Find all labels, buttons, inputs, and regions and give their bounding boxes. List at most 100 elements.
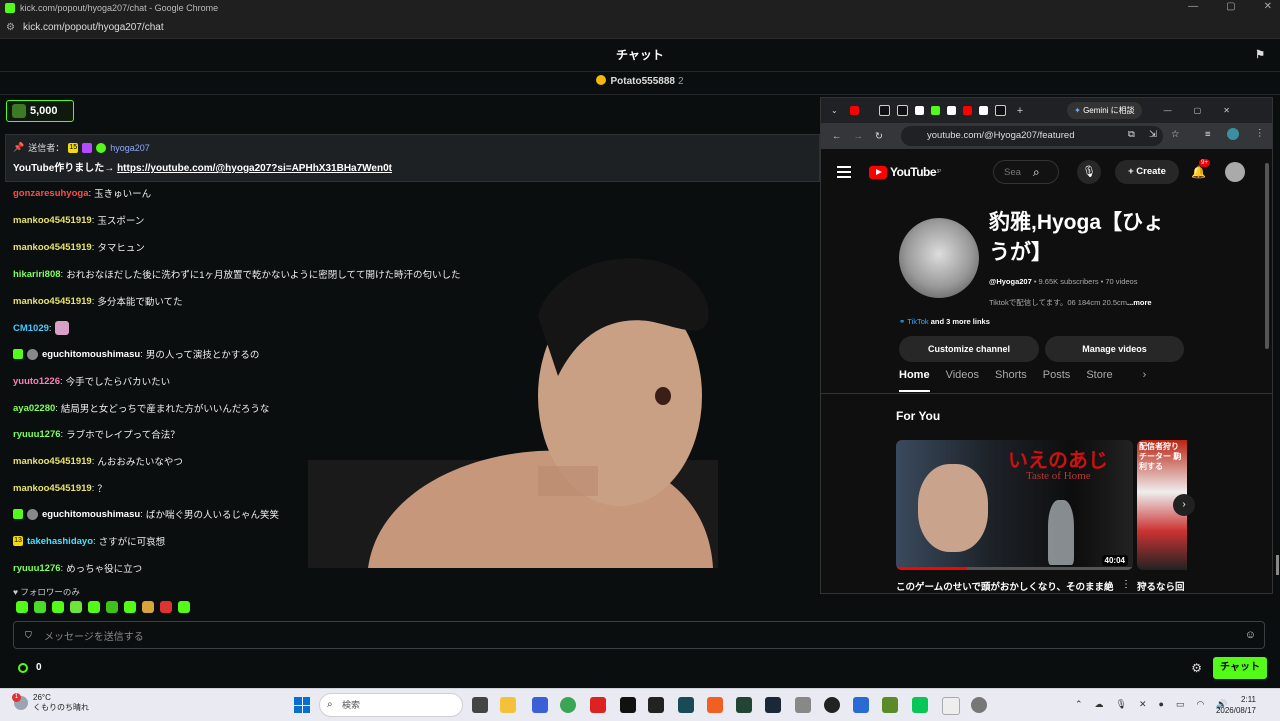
site-info-icon[interactable]: ⚙: [6, 22, 15, 33]
account-avatar[interactable]: [1225, 162, 1245, 182]
channel-avatar[interactable]: [899, 218, 979, 298]
tab-home[interactable]: Home: [899, 369, 930, 392]
more-link[interactable]: ...more: [1127, 298, 1152, 307]
chevron-up-icon[interactable]: ⌃: [1075, 699, 1083, 710]
profile-icon[interactable]: [1227, 128, 1239, 140]
mic-icon[interactable]: 🎙: [1116, 699, 1127, 710]
address-bar[interactable]: ⚙ kick.com/popout/hyoga207/chat: [0, 16, 1280, 39]
chat-username[interactable]: hikariri808: [13, 269, 61, 280]
tab-youtube[interactable]: [962, 106, 972, 115]
pinned-message[interactable]: 📌 送信者： 15 hyoga207 YouTube作りました→ https:/…: [5, 134, 820, 182]
reading-list-icon[interactable]: ≡: [1205, 129, 1211, 140]
app-icon[interactable]: [853, 697, 869, 713]
maximize-icon[interactable]: ▢: [1226, 1, 1235, 12]
chat-username[interactable]: aya02280: [13, 403, 55, 414]
clock[interactable]: 2:11 2026/08/17: [1216, 694, 1256, 716]
new-tab-icon[interactable]: +: [1017, 105, 1023, 117]
tab-google[interactable]: [978, 106, 988, 115]
emote-icon[interactable]: [34, 601, 46, 613]
top-gifter[interactable]: Potato555888 2: [0, 72, 1280, 92]
stream-video[interactable]: [308, 246, 718, 568]
tab-tiktok[interactable]: [994, 105, 1006, 116]
app-icon[interactable]: [942, 697, 960, 715]
steam-icon[interactable]: [765, 697, 781, 713]
task-view-icon[interactable]: [472, 697, 488, 713]
more-links[interactable]: and 3 more links: [929, 317, 990, 326]
tab-search-icon[interactable]: ⌄: [831, 106, 838, 115]
hamburger-menu-icon[interactable]: [837, 166, 851, 181]
emote-icon[interactable]: [70, 601, 82, 613]
display-icon[interactable]: ▭: [1176, 699, 1185, 710]
chat-username[interactable]: ryuuu1276: [13, 429, 61, 440]
users-icon[interactable]: ⚑: [1254, 49, 1266, 61]
chat-username[interactable]: yuuto1226: [13, 376, 60, 387]
settings-icon[interactable]: [971, 697, 987, 713]
video-thumbnail[interactable]: いえのあじ Taste of Home 40:04: [896, 440, 1133, 570]
app-icon[interactable]: [678, 697, 694, 713]
chat-username[interactable]: eguchitomoushimasu: [42, 349, 140, 360]
bluetooth-icon[interactable]: ✕: [1139, 699, 1147, 710]
chat-username[interactable]: mankoo45451919: [13, 296, 92, 307]
search-icon[interactable]: ⌕: [1033, 165, 1040, 180]
gemini-button[interactable]: ✦ Gemini に相談: [1067, 102, 1142, 119]
tab-tiktok[interactable]: [896, 105, 908, 116]
app-icon[interactable]: [736, 697, 752, 713]
emote-icon[interactable]: [160, 601, 172, 613]
chat-input-placeholder[interactable]: メッセージを送信する: [44, 628, 144, 643]
settings-gear-icon[interactable]: ⚙: [1191, 661, 1202, 675]
url-text[interactable]: kick.com/popout/hyoga207/chat: [23, 22, 164, 33]
taskbar-search[interactable]: ⌕ 検索: [319, 693, 463, 717]
menu-dots-icon[interactable]: ⋮: [1255, 128, 1265, 139]
send-chat-button[interactable]: チャット: [1213, 657, 1267, 679]
microphone-icon[interactable]: 🎙: [1077, 160, 1101, 184]
translate-icon[interactable]: ⧉: [1128, 129, 1135, 140]
carousel-next-icon[interactable]: ›: [1173, 494, 1195, 516]
create-button[interactable]: + Create: [1115, 160, 1179, 184]
reload-icon[interactable]: ↻: [875, 131, 883, 142]
pinned-link[interactable]: https://youtube.com/@hyoga207?si=APHhX31…: [117, 163, 392, 174]
emote-icon[interactable]: [16, 601, 28, 613]
customize-channel-button[interactable]: Customize channel: [899, 336, 1039, 362]
yt-url-field[interactable]: youtube.com/@Hyoga207/featured: [901, 126, 1163, 146]
chat-username[interactable]: mankoo45451919: [13, 215, 92, 226]
chat-username[interactable]: gonzaresuhyoga: [13, 188, 89, 199]
obs-icon[interactable]: [824, 697, 840, 713]
chat-username[interactable]: mankoo45451919: [13, 483, 92, 494]
tab-google[interactable]: [946, 106, 956, 115]
tiktok-icon[interactable]: [620, 697, 636, 713]
tab-kick[interactable]: [930, 106, 940, 115]
maximize-icon[interactable]: ▢: [1194, 106, 1202, 115]
back-icon[interactable]: ←: [832, 131, 842, 142]
app-icon[interactable]: [532, 697, 548, 713]
yt-scrollbar[interactable]: [1265, 163, 1269, 349]
chat-username[interactable]: CM1029: [13, 323, 49, 334]
forward-icon[interactable]: →: [854, 131, 864, 142]
notifications-bell-icon[interactable]: 🔔 9+: [1191, 159, 1210, 179]
bookmark-star-icon[interactable]: ☆: [1171, 129, 1180, 140]
line-icon[interactable]: [912, 697, 928, 713]
emote-icon[interactable]: [124, 601, 136, 613]
file-explorer-icon[interactable]: [500, 697, 516, 713]
chevron-right-icon[interactable]: ›: [1143, 369, 1147, 392]
app-tray-icon[interactable]: ●: [1159, 699, 1164, 710]
emote-icon[interactable]: [142, 601, 154, 613]
tab-posts[interactable]: Posts: [1043, 369, 1071, 392]
manage-videos-button[interactable]: Manage videos: [1045, 336, 1184, 362]
chat-username[interactable]: mankoo45451919: [13, 456, 92, 467]
emoji-icon[interactable]: ☺: [1245, 629, 1256, 641]
minimize-icon[interactable]: —: [1188, 1, 1198, 12]
close-icon[interactable]: ✕: [1223, 106, 1230, 115]
close-icon[interactable]: ✕: [1264, 1, 1272, 12]
tab-youtube[interactable]: [849, 106, 859, 115]
emote-icon[interactable]: [52, 601, 64, 613]
youtube-logo[interactable]: YouTube JP: [869, 165, 941, 179]
app-icon[interactable]: [648, 697, 664, 713]
weather-widget[interactable]: 1 26°C くもりのち晴れ: [12, 693, 89, 713]
emote-icon[interactable]: [106, 601, 118, 613]
network-icon[interactable]: ◠: [1196, 699, 1204, 710]
cloud-icon[interactable]: ☁: [1095, 699, 1104, 710]
video-title[interactable]: このゲームのせいで頭がおかしくなり、そのまま絶: [896, 579, 1121, 593]
chat-username[interactable]: takehashidayo: [27, 536, 93, 547]
yt-search-input[interactable]: Sea: [993, 160, 1059, 184]
tiktok-link[interactable]: TikTok: [907, 317, 928, 326]
